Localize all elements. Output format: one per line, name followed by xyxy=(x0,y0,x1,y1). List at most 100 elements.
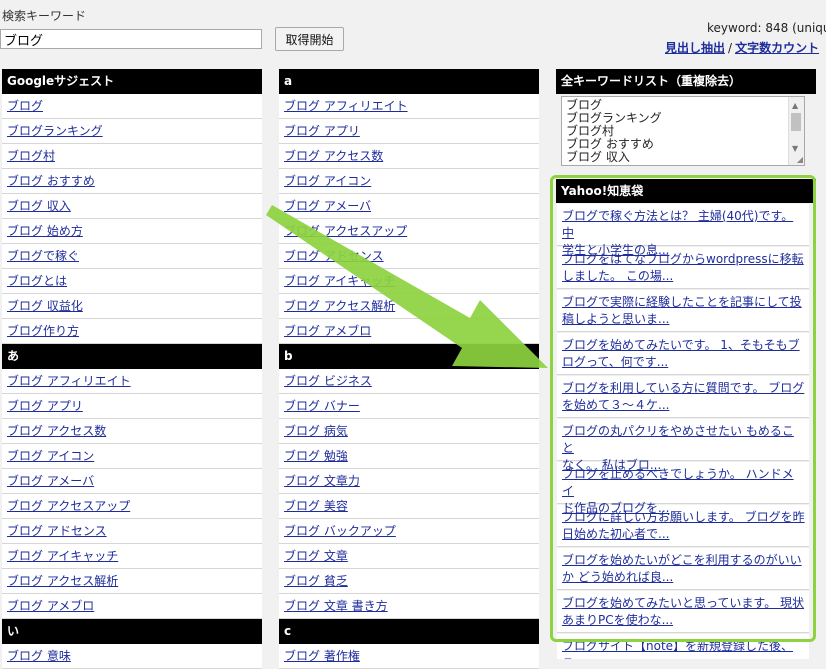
keyword-link[interactable]: ブログ村 xyxy=(7,149,55,163)
keyword-link[interactable]: ブログ ビジネス xyxy=(284,374,372,388)
google-suggest-header: Googleサジェスト xyxy=(2,69,262,94)
link-separator: / xyxy=(728,41,733,55)
qa-item: ブログを始めたいがどこを利用するのがいいか どう始めれば良... xyxy=(557,548,809,590)
keyword-count: keyword: 848 (uniqu xyxy=(707,21,826,35)
qa-line-1: ブログを利用している方に質問です。 ブログ xyxy=(562,381,805,395)
keyword-row: ブログ作り方 xyxy=(2,319,262,344)
keyword-link[interactable]: ブログ 美容 xyxy=(284,499,348,513)
keyword-link[interactable]: ブログ アクセス数 xyxy=(284,149,383,163)
keyword-link[interactable]: ブログ アフィリエイト xyxy=(284,99,408,113)
qa-link[interactable]: ブログサイト【note】を新規登録した後、こういうことに何... xyxy=(562,639,793,659)
keyword-link[interactable]: ブログ おすすめ xyxy=(7,174,95,188)
scroll-up-icon[interactable]: ▲ xyxy=(792,99,798,112)
keyword-row: ブログ おすすめ xyxy=(2,169,262,194)
keyword-row: ブログ アメブロ xyxy=(2,594,262,619)
keyword-row: ブログ アイキャッチ xyxy=(279,269,539,294)
keyword-row: ブログ アメーバ xyxy=(2,469,262,494)
keyword-link[interactable]: ブログ アドセンス xyxy=(284,249,384,263)
keyword-row: ブログ 文章 xyxy=(279,544,539,569)
keyword-link[interactable]: ブログ 著作権 xyxy=(284,649,360,663)
resize-grip-icon[interactable]: ◢ xyxy=(797,156,803,164)
group-c-list: ブログ 著作権 xyxy=(279,644,539,669)
qa-line-2: か どう始めれば良... xyxy=(562,570,674,584)
keyword-row: ブログ 著作権 xyxy=(279,644,539,669)
keyword-link[interactable]: ブログ アメーバ xyxy=(284,199,371,213)
qa-link[interactable]: ブログに詳しい方お願いします。 ブログを昨 日始めた初心者で... xyxy=(562,510,805,541)
char-count-link[interactable]: 文字数カウント xyxy=(735,41,819,55)
keyword-row: ブログ xyxy=(2,94,262,119)
keyword-link[interactable]: ブログ アフィリエイト xyxy=(7,374,131,388)
keyword-line: ブログ 収入 xyxy=(566,150,630,164)
keyword-row: ブログ アフィリエイト xyxy=(2,369,262,394)
search-label: 検索キーワード xyxy=(2,9,87,23)
qa-item: ブログを始めてみたいと思っています。 現状 あまりPCを使わな... xyxy=(557,591,809,633)
keyword-link[interactable]: ブログ 始め方 xyxy=(7,224,83,238)
keyword-row: ブログ 勉強 xyxy=(279,444,539,469)
group-i-jp-list: ブログ 意味 xyxy=(2,644,262,669)
keyword-link[interactable]: ブログ 貧乏 xyxy=(284,574,348,588)
column-1: Googleサジェスト ブログブログランキング ブログ村ブログ おすすめ ブログ 収… xyxy=(2,69,262,669)
keyword-row: ブログ アイキャッチ xyxy=(2,544,262,569)
keyword-link[interactable]: ブログ バックアップ xyxy=(284,524,396,538)
headline-extract-link[interactable]: 見出し抽出 xyxy=(665,41,725,55)
all-keywords-header: 全キーワードリスト（重複除去） xyxy=(556,69,816,94)
keyword-link[interactable]: ブログ 勉強 xyxy=(284,449,348,463)
keyword-row: ブログ アイコン xyxy=(2,444,262,469)
qa-line-1: ブログに詳しい方お願いします。 ブログを昨 xyxy=(562,510,805,524)
keyword-link[interactable]: ブログ アメブロ xyxy=(7,599,94,613)
all-keywords-textarea[interactable]: ブログ ブログランキング ブログ村 ブログ おすすめ ブログ 収入 ▲ ▼ ◢ xyxy=(561,96,805,166)
keyword-link[interactable]: ブログ アクセスアップ xyxy=(284,224,407,238)
google-suggest-list: ブログブログランキング ブログ村ブログ おすすめ ブログ 収入 ブログ 始め方 ブログで… xyxy=(2,94,262,344)
keyword-link[interactable]: ブログ 収入 xyxy=(7,199,71,213)
qa-link[interactable]: ブログを利用している方に質問です。 ブログ を始めて３～４ケ... xyxy=(562,381,804,412)
keyword-row: ブログ 意味 xyxy=(2,644,262,669)
scroll-down-icon[interactable]: ▼ xyxy=(792,142,798,155)
keyword-link[interactable]: ブログ アイキャッチ xyxy=(284,274,395,288)
keyword-link[interactable]: ブログ 文章力 xyxy=(284,474,360,488)
keyword-link[interactable]: ブログ バナー xyxy=(284,399,360,413)
column-3: 全キーワードリスト（重複除去） xyxy=(556,69,816,94)
scroll-thumb[interactable] xyxy=(791,113,801,131)
qa-line-1: ブログサイト【note】を新規登録した後、こ xyxy=(562,639,794,659)
column-2: a ブログ アフィリエイト ブログ アプリ ブログ アクセス数 ブログ アイコン ブログ… xyxy=(279,69,539,669)
keyword-link[interactable]: ブログとは xyxy=(7,274,67,288)
qa-link[interactable]: ブログで実際に経験したことを記事にして投 稿しようと思いま... xyxy=(562,295,802,326)
keyword-link[interactable]: ブログ アイコン xyxy=(7,449,94,463)
keyword-link[interactable]: ブログ 収益化 xyxy=(7,299,83,313)
keyword-row: ブログ アクセス解析 xyxy=(279,294,539,319)
qa-link[interactable]: ブログを始めてみたいです。 1、そもそもブ ログって、何です... xyxy=(562,338,800,369)
qa-link[interactable]: ブログを始めてみたいと思っています。 現状 あまりPCを使わな... xyxy=(562,596,804,627)
keyword-link[interactable]: ブログ アメーバ xyxy=(7,474,94,488)
keyword-link[interactable]: ブログ アドセンス xyxy=(7,524,107,538)
keyword-link[interactable]: ブログ 意味 xyxy=(7,649,71,663)
start-fetch-button[interactable]: 取得開始 xyxy=(275,27,344,51)
keyword-row: ブログ アクセス数 xyxy=(2,419,262,444)
qa-link[interactable]: ブログを始めたいがどこを利用するのがいいか どう始めれば良... xyxy=(562,553,802,584)
group-a-jp-list: ブログ アフィリエイト ブログ アプリ ブログ アクセス数 ブログ アイコン ブログ ア… xyxy=(2,369,262,619)
qa-line-1: ブログを始めたいがどこを利用するのがいい xyxy=(562,553,802,567)
keyword-link[interactable]: ブログ アイコン xyxy=(284,174,371,188)
keyword-link[interactable]: ブログ 病気 xyxy=(284,424,348,438)
qa-item: ブログサイト【note】を新規登録した後、こういうことに何... xyxy=(557,634,809,659)
keyword-link[interactable]: ブログ アメブロ xyxy=(284,324,371,338)
keyword-link[interactable]: ブログで稼ぐ xyxy=(7,249,79,263)
keyword-link[interactable]: ブログ 文章 書き方 xyxy=(284,599,388,613)
keyword-link[interactable]: ブログ作り方 xyxy=(7,324,79,338)
qa-item: ブログを利用している方に質問です。 ブログ を始めて３～４ケ... xyxy=(557,376,809,418)
keyword-link[interactable]: ブログ アクセス解析 xyxy=(7,574,118,588)
search-input[interactable] xyxy=(0,29,262,49)
keyword-row: ブログランキング xyxy=(2,119,262,144)
keyword-link[interactable]: ブログ アイキャッチ xyxy=(7,549,118,563)
keyword-link[interactable]: ブログ アクセス数 xyxy=(7,424,106,438)
keyword-link[interactable]: ブログランキング xyxy=(7,124,103,138)
keyword-link[interactable]: ブログ アプリ xyxy=(284,124,360,138)
keyword-link[interactable]: ブログ xyxy=(7,99,43,113)
keyword-link[interactable]: ブログ アクセス解析 xyxy=(284,299,395,313)
keyword-row: ブログ アメブロ xyxy=(279,319,539,344)
keyword-link[interactable]: ブログ アクセスアップ xyxy=(7,499,130,513)
keyword-link[interactable]: ブログ 文章 xyxy=(284,549,348,563)
qa-line-1: ブログをはてなブログからwordpressに移転 xyxy=(562,252,804,266)
keyword-row: ブログ 文章 書き方 xyxy=(279,594,539,619)
qa-link[interactable]: ブログをはてなブログからwordpressに移転 しました。 この場... xyxy=(562,252,804,283)
keyword-link[interactable]: ブログ アプリ xyxy=(7,399,83,413)
